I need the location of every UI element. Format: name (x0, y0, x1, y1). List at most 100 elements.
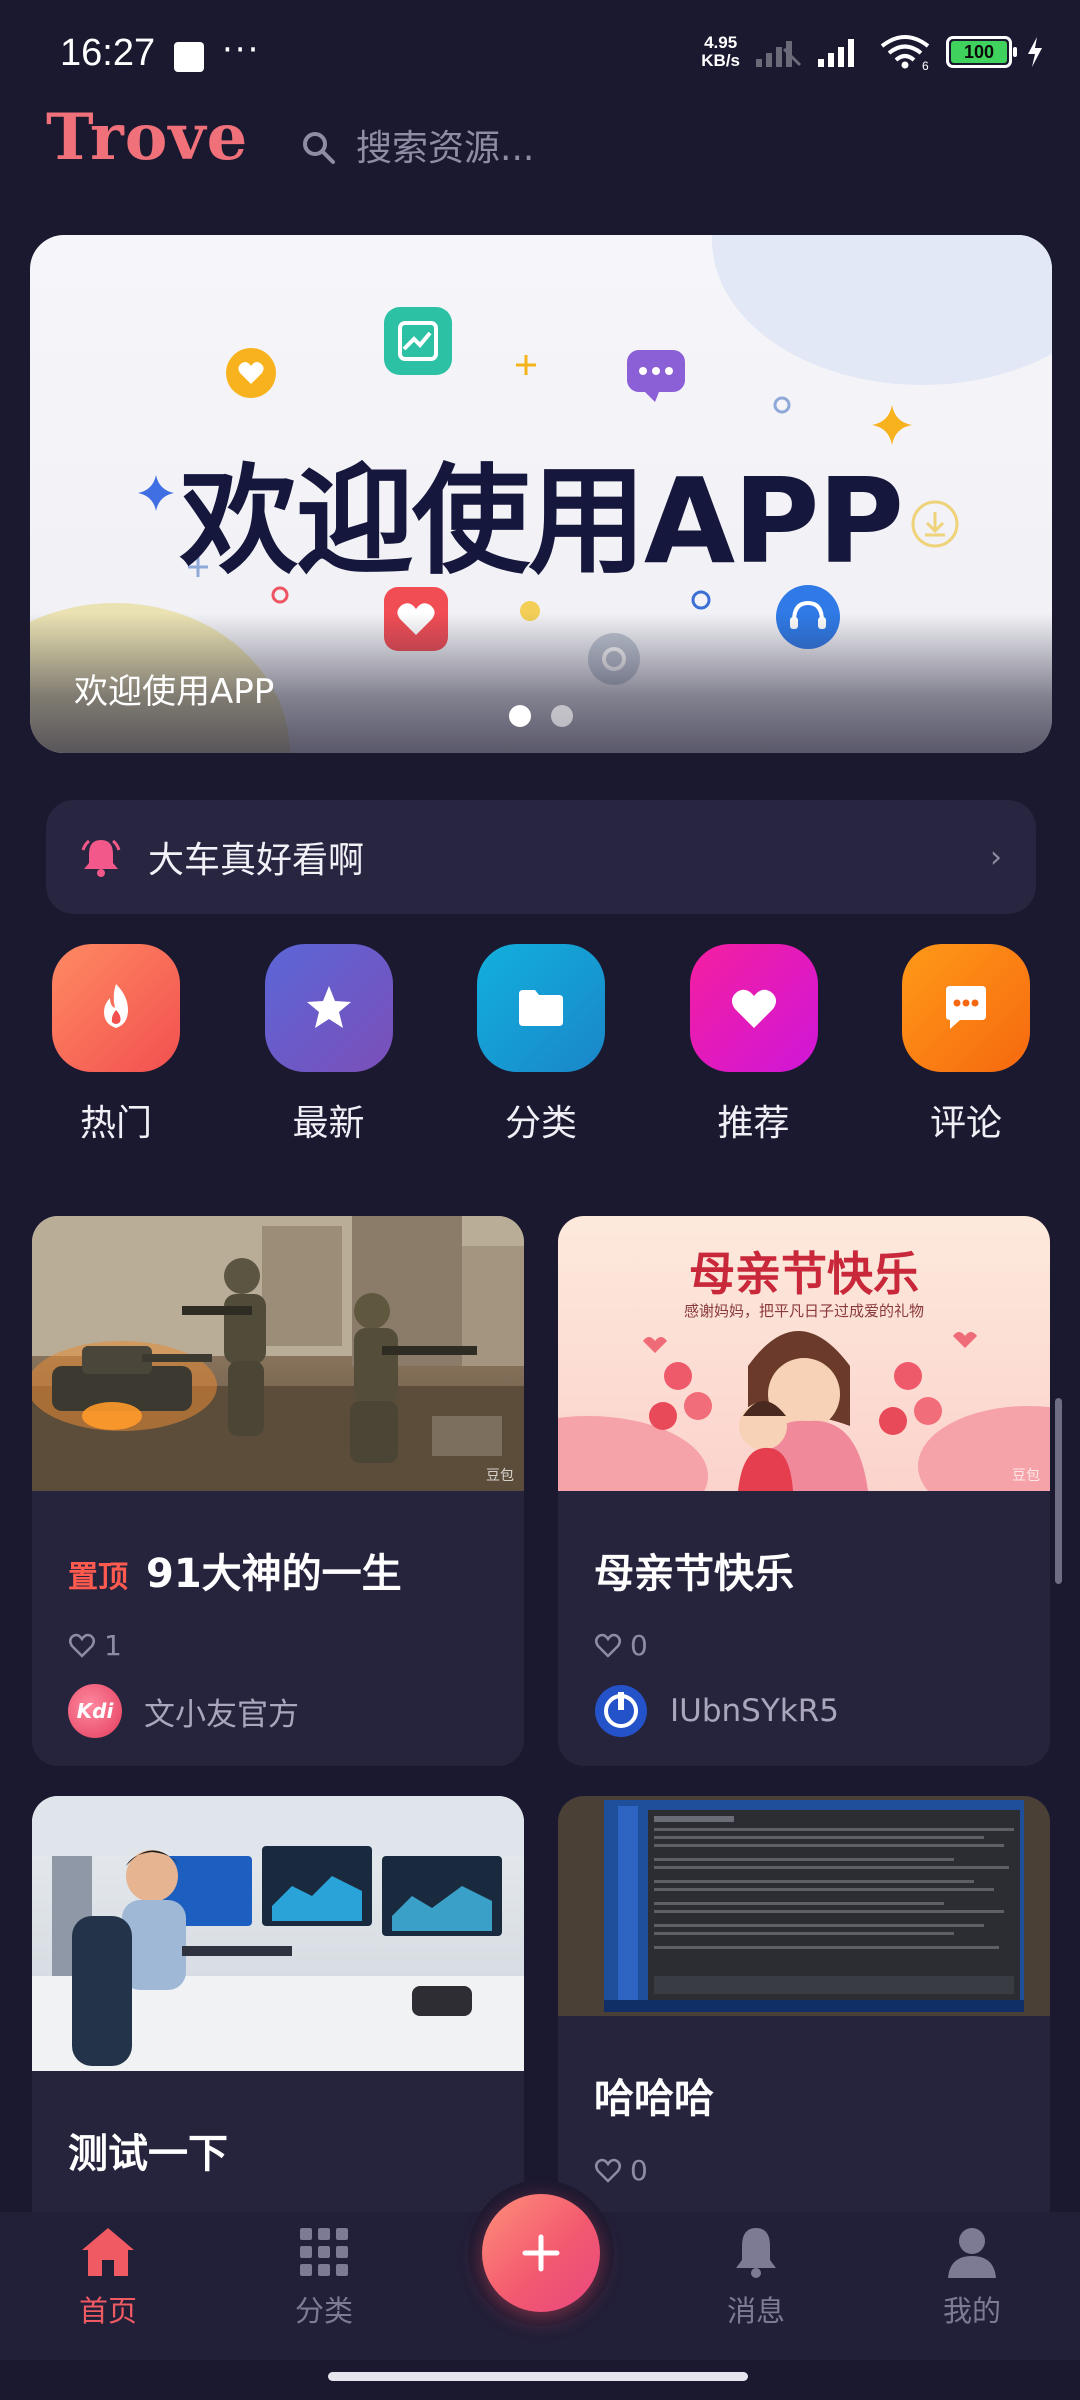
post-author[interactable]: Kdi 文小友官方 (68, 1684, 488, 1738)
post-title: 母亲节快乐 (594, 1541, 1014, 1599)
quick-entry-hot[interactable]: 热门 (46, 944, 186, 1146)
nav-messages[interactable]: 消息 (696, 2224, 816, 2330)
grid-icon (300, 2228, 348, 2276)
post-likes[interactable]: 0 (594, 1629, 1014, 1662)
quick-entry-label: 最新 (292, 1103, 365, 1144)
heart-outline-icon (595, 2158, 621, 2183)
nav-category-label: 分类 (294, 2294, 353, 2328)
post-title-text: 母亲节快乐 (594, 1551, 794, 1597)
heart-badge-icon (226, 348, 276, 398)
like-count: 0 (630, 1629, 648, 1662)
office-illustration (32, 1796, 524, 2071)
nav-home[interactable]: 首页 (48, 2224, 168, 2330)
avatar: Kdi (68, 1684, 122, 1738)
signal-icon (818, 39, 854, 67)
home-icon (82, 2228, 134, 2276)
plus-icon (522, 2234, 560, 2272)
scrollbar-thumb[interactable] (1055, 1398, 1062, 1584)
post-likes[interactable]: 1 (68, 1629, 488, 1662)
create-post-button[interactable] (482, 2194, 600, 2312)
more-notifications-icon: ··· (222, 30, 261, 70)
quick-entry-comment-tile (902, 944, 1030, 1072)
quick-entry-row: 热门 最新 分类 推荐 评论 (46, 944, 1036, 1146)
search-bar[interactable] (300, 118, 716, 178)
heart-icon (731, 989, 776, 1028)
author-name: 文小友官方 (144, 1696, 299, 1733)
banner-carousel[interactable]: 欢迎使用APP 欢迎使用APP (30, 235, 1052, 753)
post-title: 测试一下 (68, 2121, 488, 2179)
nav-category[interactable]: 分类 (264, 2224, 384, 2330)
bell-icon (81, 839, 121, 877)
carousel-dot-active[interactable] (509, 705, 531, 727)
comment-icon (946, 986, 986, 1029)
post-card[interactable]: 测试一下 1 (32, 1796, 524, 2276)
post-title-text: 哈哈哈 (594, 2076, 714, 2122)
wifi-icon: 6 (880, 35, 930, 70)
star-icon (306, 986, 351, 1028)
pinned-tag: 置顶 (68, 1560, 128, 1595)
announcement-bar[interactable]: 大车真好看啊 › (46, 800, 1036, 914)
post-card[interactable]: 豆包 置顶 91大神的一生 1 Kdi 文小友官方 (32, 1216, 524, 1766)
search-input[interactable] (356, 127, 716, 169)
battery-icon: 100 (946, 36, 1017, 68)
search-icon (303, 132, 335, 164)
image-subtitle: 感谢妈妈，把平凡日子过成爱的礼物 (683, 1302, 924, 1320)
post-card[interactable]: 母亲节快乐 感谢妈妈，把平凡日子过成爱的礼物 豆包 母亲节快乐 0 IUbnSY… (558, 1216, 1050, 1766)
quick-entry-category-tile (477, 944, 605, 1072)
image-headline: 母亲节快乐 (689, 1247, 919, 1301)
nav-home-label: 首页 (78, 2294, 137, 2328)
like-count: 1 (104, 1629, 122, 1662)
quick-entry-label: 推荐 (717, 1103, 790, 1144)
author-name: IUbnSYkR5 (670, 1693, 839, 1729)
home-indicator[interactable] (328, 2372, 748, 2381)
wifi-label: 6 (922, 59, 929, 70)
chat-bubble-icon (627, 350, 685, 402)
post-card[interactable]: 哈哈哈 0 (558, 1796, 1050, 2236)
post-image-mothers-day: 母亲节快乐 感谢妈妈，把平凡日子过成爱的礼物 豆包 (558, 1216, 1050, 1491)
post-image-war-scene: 豆包 (32, 1216, 524, 1491)
status-bar: 16:27 ··· 4.95 KB/s 6 100 (0, 0, 1080, 108)
heart-outline-icon (595, 1633, 621, 1658)
nav-messages-label: 消息 (726, 2294, 785, 2328)
quick-entry-category[interactable]: 分类 (471, 944, 611, 1146)
folder-icon (519, 990, 563, 1026)
quick-entry-latest[interactable]: 最新 (259, 944, 399, 1146)
post-author[interactable]: IUbnSYkR5 (594, 1684, 1014, 1738)
post-image-office (32, 1796, 524, 2071)
nav-profile-label: 我的 (942, 2294, 1001, 2328)
quick-entry-label: 评论 (929, 1103, 1002, 1144)
post-title-text: 91大神的一生 (146, 1551, 402, 1597)
post-title-text: 测试一下 (68, 2131, 228, 2177)
post-likes[interactable]: 0 (594, 2154, 1014, 2187)
banner-decor-blob (712, 235, 1052, 385)
notification-square-icon (174, 42, 204, 72)
quick-entry-hot-tile (52, 944, 180, 1072)
nav-profile[interactable]: 我的 (912, 2224, 1032, 2330)
app-logo: Trove (46, 100, 249, 175)
chevron-right-icon: › (990, 839, 1002, 875)
post-image-screen-photo (558, 1796, 1050, 2016)
carousel-indicator (30, 705, 1052, 727)
signal-off-icon (756, 41, 802, 67)
charging-icon (1028, 37, 1042, 67)
banner-headline: 欢迎使用APP (179, 452, 904, 590)
image-watermark: 豆包 (486, 1468, 514, 1484)
quick-entry-recommend-tile (689, 944, 818, 1072)
network-speed-unit: KB/s (701, 51, 740, 70)
quick-entry-label: 热门 (79, 1103, 152, 1144)
ring-decor-icon (773, 396, 791, 414)
avatar (595, 1685, 647, 1737)
fire-icon (104, 984, 128, 1028)
image-tile-icon (384, 307, 452, 375)
carousel-dot[interactable] (551, 705, 573, 727)
quick-entry-label: 分类 (504, 1103, 577, 1144)
status-time: 16:27 (60, 32, 156, 74)
quick-entry-comment[interactable]: 评论 (896, 944, 1036, 1146)
status-indicators: 4.95 KB/s 6 100 (701, 34, 1044, 70)
image-watermark: 豆包 (1012, 1468, 1040, 1484)
heart-outline-icon (69, 1633, 95, 1658)
quick-entry-recommend[interactable]: 推荐 (684, 944, 824, 1146)
plus-sparkle-icon (516, 355, 536, 375)
network-speed-value: 4.95 (704, 33, 738, 52)
post-title: 置顶 91大神的一生 (68, 1541, 488, 1599)
